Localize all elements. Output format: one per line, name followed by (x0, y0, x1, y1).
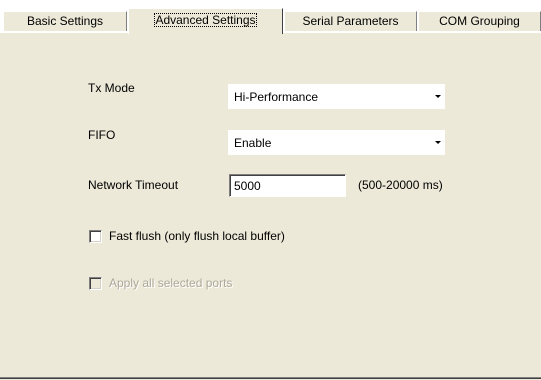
tab-com-grouping-label: COM Grouping (439, 14, 520, 28)
fifo-select[interactable]: Enable (228, 130, 445, 155)
tx-mode-select[interactable]: Hi-Performance (228, 84, 445, 109)
chevron-down-icon[interactable] (435, 95, 441, 98)
fifo-label: FIFO (88, 128, 116, 142)
tab-advanced-settings-label: Advanced Settings (154, 13, 257, 27)
tab-basic-settings-label: Basic Settings (26, 14, 104, 28)
advanced-settings-dialog: Basic Settings Serial Parameters COM Gro… (0, 0, 541, 380)
network-timeout-label: Network Timeout (88, 178, 179, 192)
network-timeout-input[interactable]: 5000 (229, 174, 346, 197)
network-timeout-value: 5000 (234, 179, 261, 193)
tab-serial-parameters-label: Serial Parameters (302, 14, 399, 28)
tx-mode-value: Hi-Performance (234, 90, 319, 104)
fifo-value: Enable (234, 136, 272, 150)
network-timeout-range: (500-20000 ms) (358, 178, 443, 192)
panel-bottom-shadow (0, 378, 541, 379)
apply-all-ports-checkbox[interactable] (89, 277, 102, 290)
tx-mode-label: Tx Mode (88, 81, 135, 95)
fast-flush-label[interactable]: Fast flush (only flush local buffer) (109, 229, 285, 243)
fast-flush-checkbox[interactable] (89, 230, 102, 243)
tab-basic-settings[interactable]: Basic Settings (3, 11, 127, 31)
tab-advanced-settings[interactable]: Advanced Settings (128, 8, 283, 34)
chevron-down-icon[interactable] (435, 141, 441, 144)
tab-com-grouping[interactable]: COM Grouping (418, 11, 541, 31)
tab-strip: Basic Settings Serial Parameters COM Gro… (0, 8, 541, 34)
tab-serial-parameters[interactable]: Serial Parameters (284, 11, 417, 31)
apply-all-ports-label[interactable]: Apply all selected ports (109, 276, 232, 290)
